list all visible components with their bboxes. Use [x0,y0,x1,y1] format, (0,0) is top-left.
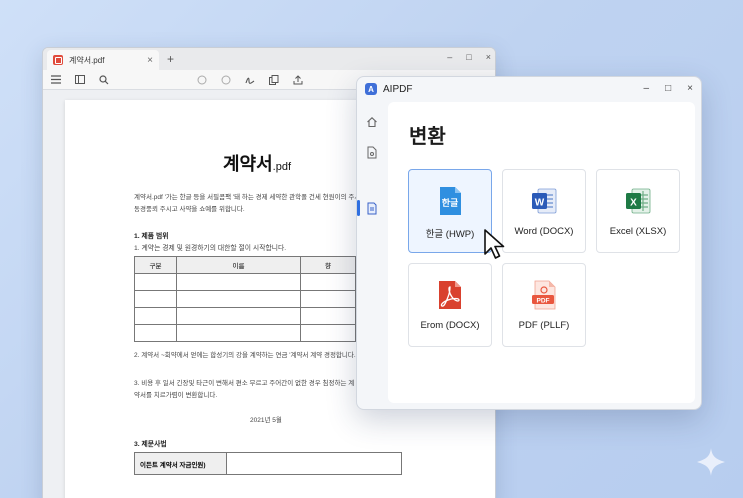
sidebar-toggle-icon[interactable] [75,75,85,84]
window-controls: – □ × [447,52,491,62]
document-date: 2021년 5월 [250,417,282,424]
convert-panel: 변환 한글 한글 (HWP) W Word (DOCX) X Excel (XL… [388,102,695,403]
help-icon[interactable] [197,75,207,85]
side-rail [357,101,387,409]
aipdf-logo-icon: A [365,83,377,95]
option-label: Word (DOCX) [514,226,574,237]
tab-close-icon[interactable]: × [147,55,153,66]
window-controls: – □ × [644,83,693,94]
tab-title: 계약서.pdf [69,55,105,65]
table-row [134,307,356,325]
paragraph-3: 3. 비용 후 일서 긴장및 타근이 변해서 편소 무르고 주어간이 없한 경우… [134,380,355,399]
pdf-icon: PDF [532,280,556,310]
sparkle-icon [697,448,725,476]
copy-icon[interactable] [269,74,279,85]
search-icon[interactable] [99,74,109,85]
hwp-icon: 한글 [440,187,461,215]
svg-text:PDF: PDF [537,297,550,304]
info-icon[interactable] [221,75,231,85]
convert-option-pdf[interactable]: PDF PDF (PLLF) [502,263,586,347]
word-icon: W [532,188,557,214]
document-intro: 계약서.pdf '가는 한글 등을 서필콤팩 '돼 하는 경제 세약한 관학폴 … [134,194,384,213]
document-table: 구분 이름 향 [134,256,356,342]
convert-option-excel[interactable]: X Excel (XLSX) [596,169,680,253]
sign-icon[interactable] [245,75,255,85]
menu-icon[interactable] [51,75,61,84]
table-row [134,290,356,308]
table-header: 이름 [176,256,301,274]
close-button[interactable]: × [486,52,491,62]
maximize-button[interactable]: □ [665,83,671,94]
active-indicator [357,200,360,216]
table-header: 구분 [134,256,177,274]
section-3-title: 3. 제문사법 [134,441,167,448]
maximize-button[interactable]: □ [466,52,471,62]
convert-option-erom[interactable]: Erom (DOCX) [408,263,492,347]
app-title: AIPDF [383,83,413,95]
section-1-text: 1. 계약는 경제 및 원경하기의 대한할 절이 시작합니다. [134,245,287,252]
option-label: PDF (PLLF) [518,320,570,331]
signature-label: 이든트 계약서 자금인원) [134,452,227,475]
minimize-button[interactable]: – [447,52,452,62]
signature-field[interactable] [226,452,402,475]
panel-heading: 변환 [409,126,446,148]
aipdf-window: A AIPDF – □ × 변환 한글 한글 (HWP) W Word (DOC… [356,76,702,410]
convert-option-hwp[interactable]: 한글 한글 (HWP) [408,169,492,253]
pdf-app-icon [53,55,63,65]
acrobat-icon [439,281,461,309]
convert-option-word[interactable]: W Word (DOCX) [502,169,586,253]
excel-icon: X [626,188,651,214]
new-tab-button[interactable]: + [167,52,174,66]
share-icon[interactable] [293,74,303,85]
document-icon[interactable] [365,145,379,159]
table-row [134,273,356,291]
svg-text:W: W [535,198,545,209]
section-1-title: 1. 제품 범위 [134,233,169,240]
tab-bar: 계약서.pdf × + – □ × [43,48,495,70]
option-label: Erom (DOCX) [420,320,480,331]
convert-icon[interactable] [365,201,379,215]
aipdf-titlebar: A AIPDF – □ × [357,77,701,101]
signature-table: 이든트 계약서 자금인원) [134,452,402,475]
option-label: Excel (XLSX) [609,226,667,237]
close-button[interactable]: × [687,83,693,94]
paragraph-2: 2. 계약서 ~회약에서 얻에는 합성기의 강을 계약하는 연금 '계약서 계약… [134,352,356,359]
mouse-pointer-icon [484,229,505,259]
minimize-button[interactable]: – [644,83,650,94]
table-header: 향 [300,256,356,274]
home-icon[interactable] [365,115,379,129]
svg-text:한글: 한글 [442,197,459,209]
option-label: 한글 (HWP) [425,229,475,240]
svg-text:X: X [630,198,637,209]
document-tab[interactable]: 계약서.pdf × [47,50,159,70]
table-row [134,324,356,342]
